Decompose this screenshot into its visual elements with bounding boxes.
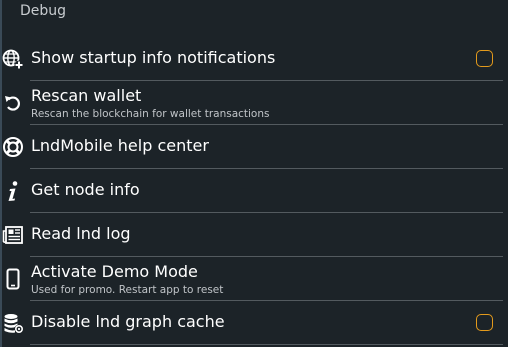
mobile-phone-icon	[2, 268, 24, 290]
setting-show-startup-info-notifications[interactable]: Show startup info notifications	[0, 37, 503, 81]
section-header: Debug	[20, 3, 67, 19]
setting-subtitle: Used for promo. Restart app to reset	[31, 284, 224, 296]
setting-title: Read lnd log	[31, 224, 131, 243]
setting-title: Rescan wallet	[31, 86, 142, 105]
setting-rescan-wallet[interactable]: Rescan wallet Rescan the blockchain for …	[0, 81, 503, 125]
setting-title: Get node info	[31, 180, 140, 199]
setting-activate-demo-mode[interactable]: Activate Demo Mode Used for promo. Resta…	[0, 257, 503, 301]
setting-disable-lnd-graph-cache[interactable]: Disable lnd graph cache	[0, 301, 503, 345]
setting-title: Disable lnd graph cache	[31, 312, 225, 331]
startup-info-checkbox[interactable]	[476, 50, 493, 67]
globe-plus-icon	[2, 48, 24, 70]
database-settings-icon	[2, 312, 24, 334]
setting-title: Activate Demo Mode	[31, 262, 198, 281]
lifebuoy-icon	[2, 136, 24, 158]
info-icon	[2, 180, 24, 202]
setting-title: Show startup info notifications	[31, 48, 276, 67]
setting-title: LndMobile help center	[31, 136, 209, 155]
setting-lndmobile-help-center[interactable]: LndMobile help center	[0, 125, 503, 169]
setting-get-node-info[interactable]: Get node info	[0, 169, 503, 213]
rotate-icon	[2, 92, 24, 114]
divider	[30, 344, 503, 345]
setting-read-lnd-log[interactable]: Read lnd log	[0, 213, 503, 257]
setting-subtitle: Rescan the blockchain for wallet transac…	[31, 108, 270, 120]
newspaper-icon	[2, 224, 24, 246]
graph-cache-checkbox[interactable]	[476, 314, 493, 331]
